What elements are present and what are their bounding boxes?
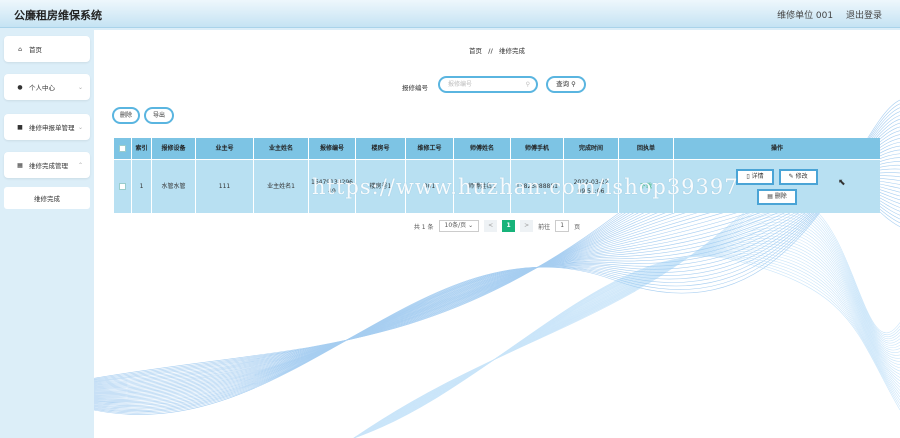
- row-checkbox[interactable]: [114, 160, 132, 213]
- cell-index: 1: [132, 160, 152, 213]
- detail-label: 详情: [751, 172, 764, 180]
- user-role: 维修单位 001: [777, 11, 834, 21]
- goto-page-input[interactable]: 1: [555, 220, 570, 232]
- select-all-checkbox[interactable]: [114, 138, 132, 159]
- page-number-current[interactable]: 1: [502, 220, 516, 232]
- col-header: 师傅姓名: [454, 138, 511, 159]
- breadcrumb-separator: //: [488, 47, 493, 55]
- breadcrumb: 首页 // 维修完成: [94, 45, 900, 55]
- breadcrumb-home[interactable]: 首页: [469, 47, 482, 55]
- logout-link[interactable]: 退出登录: [846, 11, 882, 21]
- query-button-label: 查询: [556, 80, 570, 88]
- edit-button[interactable]: ✎ 修改: [778, 168, 818, 185]
- col-header: 维修工号: [406, 138, 454, 159]
- trash-icon: ▤: [767, 192, 775, 200]
- col-header: 业主姓名: [254, 138, 309, 159]
- goto-label: 前往: [538, 223, 551, 231]
- sidebar-item-label: 首页: [29, 46, 42, 54]
- home-icon: ⌂: [18, 45, 22, 53]
- table-header: 索引 报修设备 业主号 业主姓名 报修编号 楼房号 维修工号 师傅姓名 师傅手机…: [114, 138, 880, 159]
- detail-button[interactable]: ▯ 详情: [736, 168, 774, 185]
- sidebar-item-label: 维修申报单管理: [29, 124, 75, 132]
- grid-icon: ▦: [17, 161, 23, 169]
- search-icon: ⚲: [571, 80, 576, 88]
- search-input[interactable]: 报修编号 ⚲: [438, 76, 538, 93]
- delete-button[interactable]: 删除: [112, 107, 140, 124]
- watermark: https://www.huzhan.com/ishop39397: [312, 175, 739, 199]
- main-content: 首页 // 维修完成 报修编号 报修编号 ⚲ 查询 ⚲ 删除 导出 索引 报修设…: [94, 30, 900, 438]
- col-header: 报修编号: [309, 138, 356, 159]
- col-header: 楼房号: [356, 138, 406, 159]
- header-right: 维修单位 001 退出登录: [767, 8, 882, 21]
- sidebar-item-profile[interactable]: ● 个人中心 ⌄: [4, 74, 90, 100]
- col-header: 回执单: [619, 138, 674, 159]
- search-placeholder: 报修编号: [448, 81, 473, 88]
- page-size-select[interactable]: 10条/页 ⌄: [438, 220, 480, 232]
- col-header: 报修设备: [152, 138, 196, 159]
- col-header: 索引: [132, 138, 152, 159]
- page-unit: 页: [574, 223, 581, 231]
- prev-page-button[interactable]: <: [484, 220, 498, 232]
- sidebar-item-home[interactable]: ⌂ 首页: [4, 36, 90, 62]
- app-title: 公廉租房维保系统: [14, 9, 102, 22]
- cell-device: 水管水管: [152, 160, 196, 213]
- delete-label: 删除: [774, 192, 787, 200]
- page-size-value: 10条/页: [444, 222, 467, 229]
- list-icon: ■: [17, 123, 23, 131]
- sidebar-item-completion-mgmt[interactable]: ▦ 维修完成管理 ⌃: [4, 152, 90, 178]
- col-header: 操作: [770, 145, 783, 152]
- row-delete-button[interactable]: ▤ 删除: [757, 188, 797, 205]
- pager-total: 共 1 条: [413, 223, 434, 231]
- breadcrumb-current: 维修完成: [498, 47, 525, 55]
- search-label: 报修编号: [402, 84, 428, 92]
- col-header: 完成时间: [564, 138, 619, 159]
- export-button[interactable]: 导出: [144, 107, 174, 124]
- search-icon: ⚲: [525, 81, 530, 88]
- next-page-button[interactable]: >: [520, 220, 534, 232]
- query-button[interactable]: 查询 ⚲: [546, 76, 586, 93]
- user-icon: ●: [17, 83, 23, 91]
- sidebar-item-repair-requests[interactable]: ■ 维修申报单管理 ⌄: [4, 114, 90, 140]
- edit-label: 修改: [795, 172, 808, 180]
- sidebar-item-label: 个人中心: [29, 84, 55, 92]
- cell-owner-no: 111: [196, 160, 254, 213]
- sidebar: ⌂ 首页 ● 个人中心 ⌄ ■ 维修申报单管理 ⌄ ▦ 维修完成管理 ⌃ 维修完…: [0, 30, 94, 438]
- chevron-down-icon: ⌄: [77, 123, 83, 131]
- pagination: 共 1 条 10条/页 ⌄ < 1 > 前往 1 页: [94, 220, 900, 232]
- mouse-cursor-icon: ⬉: [838, 178, 846, 188]
- top-bar: 公廉租房维保系统 维修单位 001 退出登录: [0, 0, 900, 28]
- col-header: 业主号: [196, 138, 254, 159]
- sidebar-subitem-completed[interactable]: 维修完成: [4, 187, 90, 209]
- col-header: 师傅手机: [511, 138, 564, 159]
- chevron-down-icon: ⌄: [77, 83, 83, 91]
- cell-owner-name: 业主姓名1: [254, 160, 309, 213]
- sidebar-item-label: 维修完成管理: [29, 162, 68, 170]
- pencil-icon: ✎: [788, 172, 796, 180]
- chevron-up-icon: ⌃: [77, 161, 83, 169]
